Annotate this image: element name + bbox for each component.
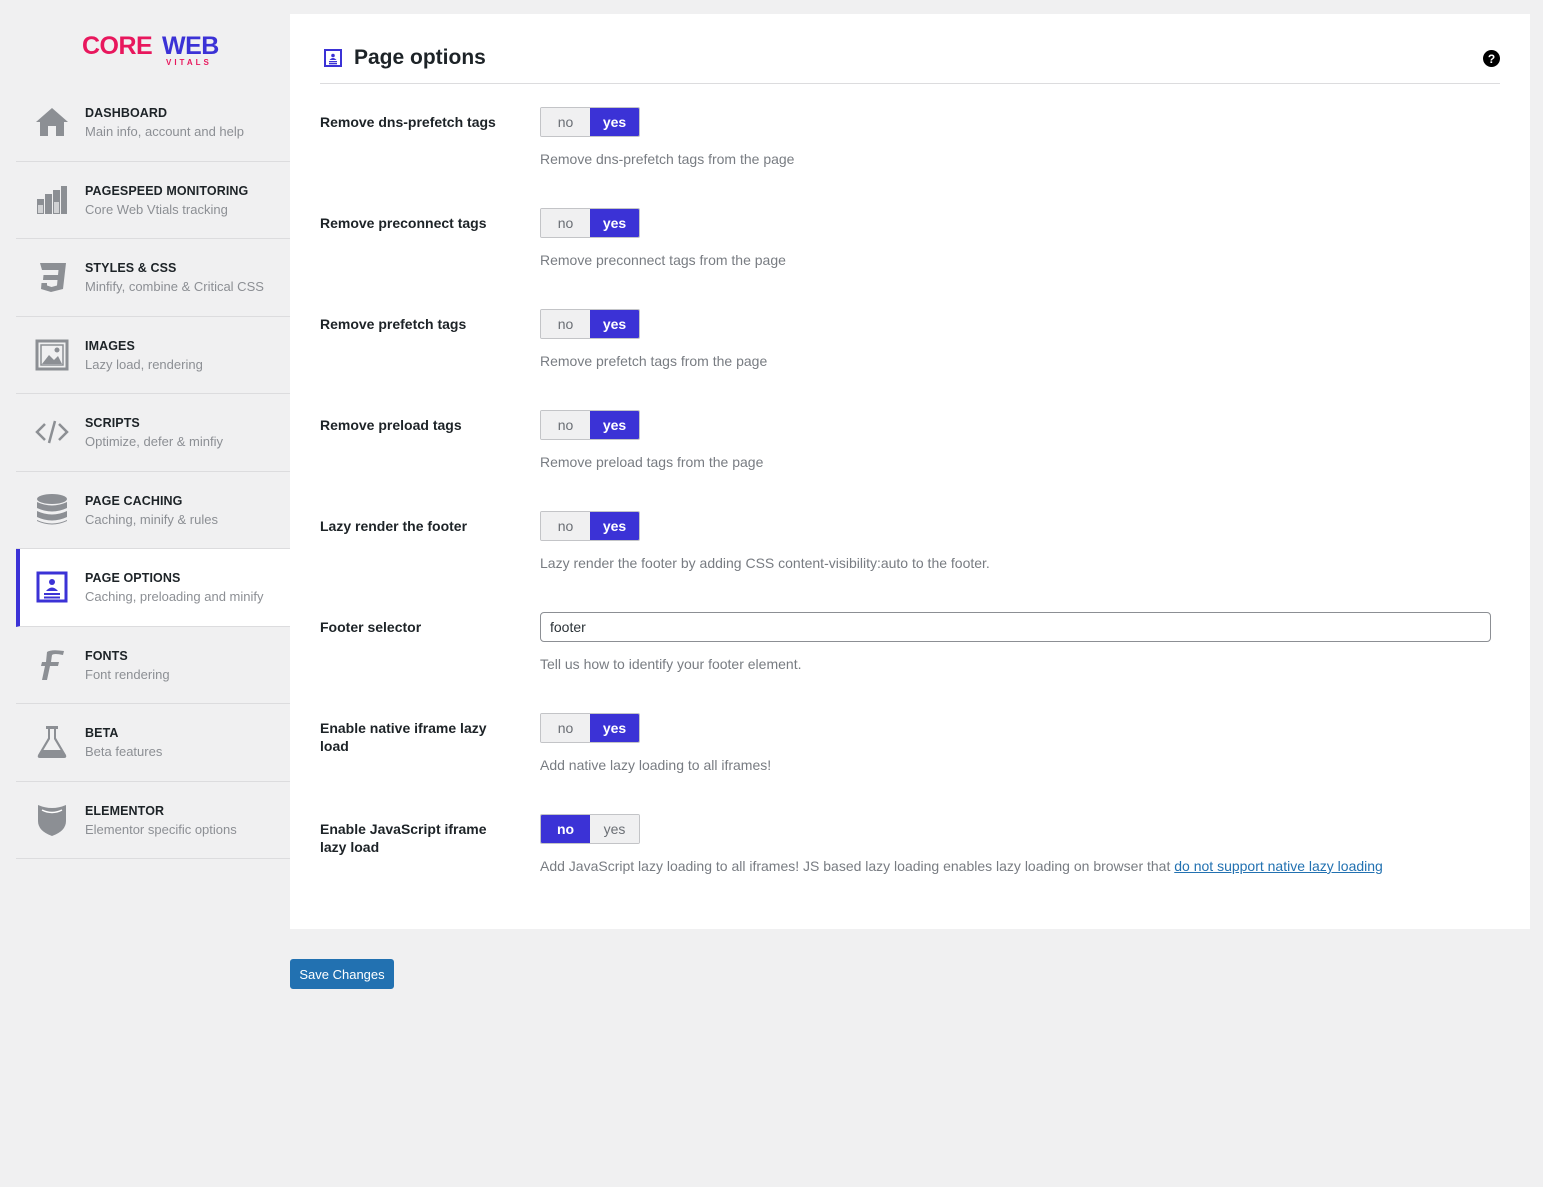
panel-header: Page options ? (320, 44, 1500, 84)
settings-panel: Page options ? Remove dns-prefetch tags … (290, 14, 1530, 929)
sidebar-item-subtitle: Lazy load, rendering (85, 356, 203, 372)
sidebar-item-fonts[interactable]: FONTS Font rendering (16, 627, 290, 704)
logo-core-text: CORE (82, 32, 153, 60)
footer-selector-input[interactable]: footer (540, 612, 1491, 642)
toggle-no-option[interactable]: no (541, 108, 590, 136)
toggle-no-option[interactable]: no (541, 714, 590, 742)
sidebar-item-pagespeed-monitoring[interactable]: PAGESPEED MONITORING Core Web Vtials tra… (16, 162, 290, 239)
sidebar-item-title: SCRIPTS (85, 416, 140, 430)
setting-label: Lazy render the footer (320, 518, 468, 534)
flask-icon (34, 724, 70, 760)
toggle-yes-option[interactable]: yes (590, 411, 639, 439)
font-icon (34, 647, 70, 683)
toggle-yes-option[interactable]: yes (590, 815, 639, 843)
toggle-yes-option[interactable]: yes (590, 714, 639, 742)
sidebar-item-title: BETA (85, 726, 119, 740)
toggle-yes-option[interactable]: yes (590, 310, 639, 338)
setting-description: Remove dns-prefetch tags from the page (540, 151, 795, 167)
setting-label: Enable JavaScript iframe lazy load (320, 821, 487, 855)
toggle-no-option[interactable]: no (541, 815, 590, 843)
page-options-icon (34, 569, 70, 605)
sidebar-item-dashboard[interactable]: DASHBOARD Main info, account and help (16, 84, 290, 162)
help-icon[interactable]: ? (1483, 50, 1500, 67)
toggle-no-option[interactable]: no (541, 209, 590, 237)
sidebar-item-subtitle: Caching, preloading and minify (85, 589, 264, 604)
sidebar-item-styles-css[interactable]: STYLES & CSS Minfify, combine & Critical… (16, 239, 290, 317)
elementor-icon (34, 802, 70, 838)
sidebar-item-title: FONTS (85, 648, 128, 663)
setting-label: Footer selector (320, 619, 422, 635)
sidebar-item-subtitle: Caching, minify & rules (85, 511, 218, 527)
sidebar-item-title: PAGE OPTIONS (85, 571, 181, 585)
yes-no-toggle[interactable]: no yes (540, 814, 640, 844)
sidebar-item-scripts[interactable]: SCRIPTS Optimize, defer & minfiy (16, 394, 290, 472)
logo-web-text: WEB (162, 32, 219, 60)
sidebar-item-title: DASHBOARD (85, 106, 168, 120)
toggle-no-option[interactable]: no (541, 310, 590, 338)
sidebar-item-beta[interactable]: BETA Beta features (16, 704, 290, 782)
sidebar-item-subtitle: Elementor specific options (85, 821, 237, 837)
yes-no-toggle[interactable]: no yes (540, 309, 640, 339)
setting-description-text: Add JavaScript lazy loading to all ifram… (540, 858, 1175, 874)
toggle-yes-option[interactable]: yes (590, 108, 639, 136)
yes-no-toggle[interactable]: no yes (540, 107, 640, 137)
sidebar-item-subtitle: Font rendering (85, 666, 170, 682)
page-title: Page options (354, 46, 486, 69)
setting-label: Remove dns-prefetch tags (320, 114, 496, 130)
image-icon (34, 337, 70, 373)
sidebar-item-title: PAGE CACHING (85, 493, 183, 508)
yes-no-toggle[interactable]: no yes (540, 713, 640, 743)
css3-icon (34, 259, 70, 295)
code-icon (34, 414, 70, 450)
bar-chart-icon (34, 182, 70, 218)
setting-description: Remove preconnect tags from the page (540, 252, 786, 268)
setting-label: Remove preconnect tags (320, 215, 487, 231)
setting-description: Tell us how to identify your footer elem… (540, 656, 802, 672)
yes-no-toggle[interactable]: no yes (540, 208, 640, 238)
sidebar-item-elementor[interactable]: ELEMENTOR Elementor specific options (16, 782, 290, 859)
yes-no-toggle[interactable]: no yes (540, 410, 640, 440)
setting-label: Enable native iframe lazy load (320, 720, 487, 754)
sidebar-item-subtitle: Optimize, defer & minfiy (85, 434, 223, 449)
sidebar-item-subtitle: Beta features (85, 744, 163, 759)
logo-vitals-text: VITALS (166, 58, 212, 67)
setting-description: Add native lazy loading to all iframes! (540, 757, 772, 773)
logo[interactable]: CORE WEB VITALS (16, 14, 290, 84)
sidebar-item-page-options[interactable]: PAGE OPTIONS Caching, preloading and min… (16, 549, 290, 627)
setting-description: Add JavaScript lazy loading to all ifram… (540, 858, 1383, 874)
sidebar-item-title: IMAGES (85, 338, 135, 353)
toggle-yes-option[interactable]: yes (590, 209, 639, 237)
toggle-no-option[interactable]: no (541, 411, 590, 439)
page-options-icon (324, 49, 342, 72)
sidebar-item-title: STYLES & CSS (85, 261, 177, 275)
yes-no-toggle[interactable]: no yes (540, 511, 640, 541)
setting-description: Remove preload tags from the page (540, 454, 764, 470)
sidebar-item-title: ELEMENTOR (85, 803, 165, 818)
sidebar-item-page-caching[interactable]: PAGE CACHING Caching, minify & rules (16, 472, 290, 549)
home-icon (34, 104, 70, 140)
setting-description: Lazy render the footer by adding CSS con… (540, 555, 990, 571)
toggle-no-option[interactable]: no (541, 512, 590, 540)
sidebar-item-subtitle: Minfify, combine & Critical CSS (85, 279, 264, 294)
save-changes-button[interactable]: Save Changes (290, 959, 394, 989)
native-lazy-loading-link[interactable]: do not support native lazy loading (1174, 858, 1383, 874)
toggle-yes-option[interactable]: yes (590, 512, 639, 540)
sidebar: CORE WEB VITALS DASHBOARD Main info, acc… (16, 14, 290, 859)
sidebar-item-images[interactable]: IMAGES Lazy load, rendering (16, 317, 290, 394)
setting-label: Remove preload tags (320, 417, 462, 433)
setting-label: Remove prefetch tags (320, 316, 467, 332)
setting-description: Remove prefetch tags from the page (540, 353, 768, 369)
database-icon (34, 492, 70, 528)
sidebar-item-subtitle: Core Web Vtials tracking (85, 201, 228, 217)
sidebar-item-title: PAGESPEED MONITORING (85, 183, 249, 198)
sidebar-item-subtitle: Main info, account and help (85, 124, 244, 139)
